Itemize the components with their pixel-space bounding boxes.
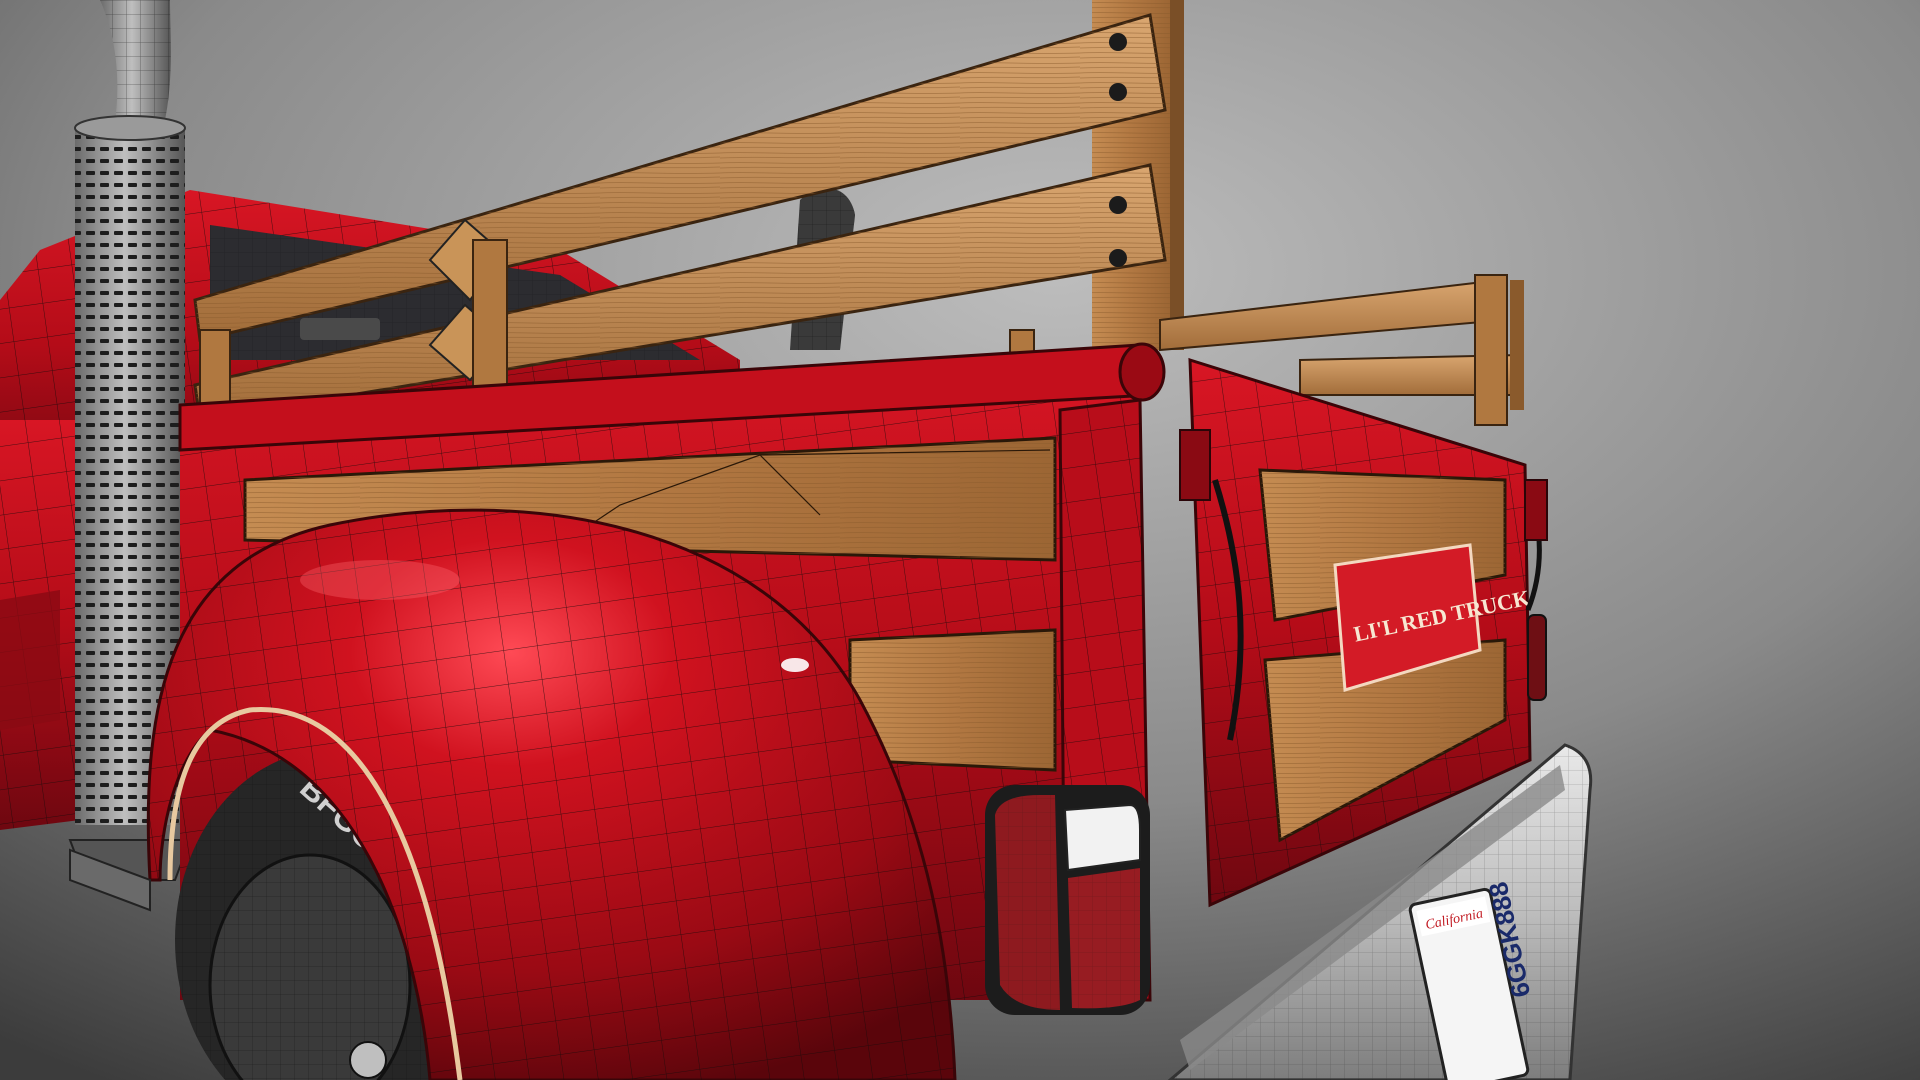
render-viewport: LI'L RED TRUCK California 6GGK888 <box>0 0 1920 1080</box>
tail-light <box>985 785 1150 1015</box>
truck-render: LI'L RED TRUCK California 6GGK888 <box>0 0 1920 1080</box>
